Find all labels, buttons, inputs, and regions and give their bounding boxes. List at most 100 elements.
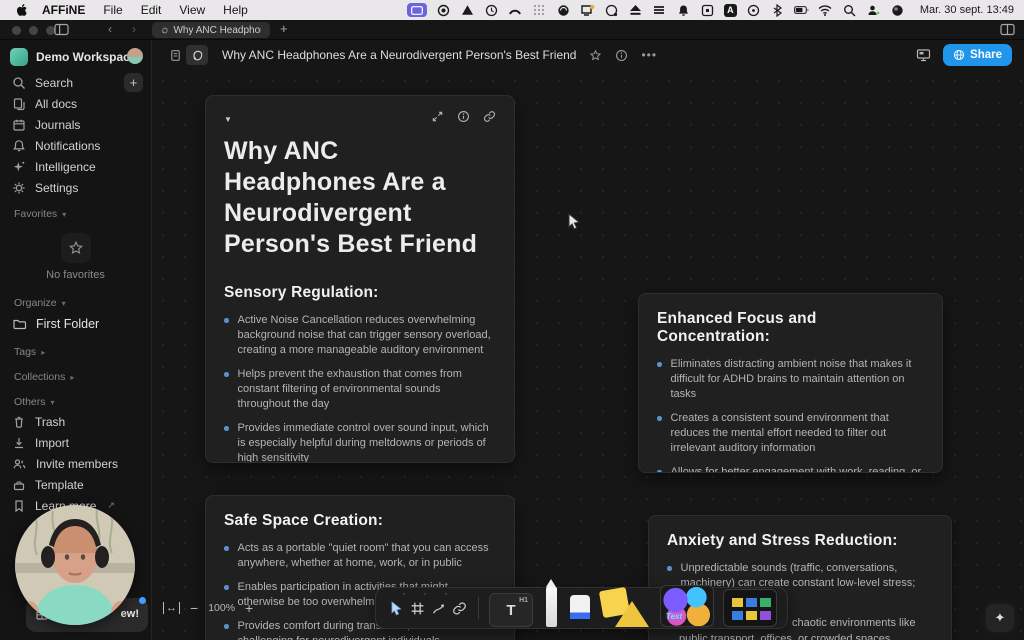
wifi-icon[interactable] [818,3,833,18]
menubar-app-name[interactable]: AFFiNE [42,3,85,17]
sidebar-item-notifications[interactable]: Notifications [0,135,151,156]
split-view-icon[interactable] [1000,23,1015,41]
bullet-item: Active Noise Cancellation reduces overwh… [224,313,496,358]
user-switch-icon[interactable] [866,3,881,18]
warning-triangle-icon[interactable] [460,3,475,18]
ai-assistant-button[interactable]: ✦ [986,604,1014,632]
connector-tool-button[interactable]: ˆ [428,593,449,623]
display-notification-icon[interactable] [580,3,595,18]
select-tool-button[interactable]: ˆ [386,593,407,623]
sidebar-item-invite-members[interactable]: Invite members [0,453,151,474]
bell-icon [13,139,25,151]
sidebar-item-intelligence[interactable]: Intelligence [0,156,151,177]
new-tab-button[interactable]: + [280,21,288,36]
sidebar-item-all-docs[interactable]: All docs [0,93,151,114]
section-heading: Anxiety and Stress Reduction: [667,532,898,549]
time-machine-icon[interactable] [604,3,619,18]
swirl-icon[interactable] [556,3,571,18]
shape-tool[interactable] [598,586,651,627]
eraser-tool[interactable] [570,595,591,627]
link-icon [453,601,467,615]
search-icon[interactable] [842,3,857,18]
minimize-window-button[interactable] [29,26,38,35]
others-section-header[interactable]: Others ▾ [0,386,151,411]
template-thumbnail-stickers[interactable]: Text [660,585,715,627]
fit-to-screen-button[interactable]: ↔ [163,602,180,614]
template-thumbnail-kanban[interactable] [723,589,778,627]
webcam-overlay[interactable] [15,505,135,625]
disc-icon[interactable] [746,3,761,18]
globe-orb-icon[interactable] [890,3,905,18]
banner-text-fragment: ew! [120,608,139,620]
zoom-in-button[interactable]: + [245,600,253,616]
note-text-tool[interactable]: T H1 [489,593,534,627]
workspace-switcher[interactable]: Demo Workspace [0,40,151,72]
menubar-menu-item[interactable]: File [103,3,122,17]
edgeless-doc-icon [162,27,168,33]
screen-recording-icon[interactable] [406,3,427,17]
apple-menu-icon[interactable] [16,3,30,17]
traffic-lights[interactable] [12,26,55,35]
bell-icon[interactable] [676,3,691,18]
doc-embed-card[interactable]: ▼ Why ANC Headphones Are a Neurodivergen… [205,95,515,463]
sidebar-item-search[interactable]: Search + [0,72,151,93]
sidebar-item-first-folder[interactable]: First Folder [0,312,151,336]
new-doc-button[interactable]: + [124,73,143,92]
collections-section-header[interactable]: Collections ▸ [0,361,151,386]
tags-section-header[interactable]: Tags ▸ [0,336,151,361]
page-mode-button[interactable] [164,45,186,65]
nav-back-button[interactable]: ‹ [103,22,117,36]
a-badge-icon[interactable]: A [723,3,737,17]
external-link-icon: ↗ [107,500,115,510]
expand-icon[interactable] [431,110,444,128]
bullet-dot [657,362,662,367]
sidebar-item-journals[interactable]: Journals [0,114,151,135]
link-icon[interactable] [483,110,496,128]
share-button[interactable]: Share [943,44,1012,66]
menubar-menu-item[interactable]: Help [223,3,248,17]
nav-forward-button[interactable]: › [127,22,141,36]
sidebar-toggle-icon[interactable] [54,23,69,41]
arc-icon[interactable] [508,3,523,18]
info-icon[interactable] [457,110,470,128]
record-circle-icon[interactable] [436,3,451,18]
members-icon [13,458,26,468]
user-avatar[interactable] [127,48,143,64]
note-card-focus[interactable]: Enhanced Focus and Concentration: Elimin… [638,293,943,473]
eject-icon[interactable] [628,3,643,18]
grid-icon[interactable] [532,3,547,18]
menubar-clock[interactable]: Mar. 30 sept. 13:49 [920,4,1014,16]
sidebar-item-template[interactable]: Template [0,474,151,495]
frame-tool-button[interactable]: ˆ [407,593,428,623]
battery-icon[interactable] [793,3,809,18]
stack-icon[interactable] [652,3,667,18]
chevron-down-icon: ▾ [50,397,55,407]
menubar-menu-item[interactable]: Edit [141,3,162,17]
window-box-icon[interactable] [700,3,715,18]
more-options-button[interactable]: ••• [641,48,657,62]
close-window-button[interactable] [12,26,21,35]
window-tabbar: ‹ › Why ANC Headphones Are a + [0,20,1024,40]
sidebar-item-trash[interactable]: Trash [0,411,151,432]
bullet-item: Eliminates distracting ambient noise tha… [657,357,924,402]
doc-info-button[interactable] [615,49,628,62]
sidebar-item-import[interactable]: Import [0,432,151,453]
favorites-section-header[interactable]: Favorites ▾ [0,198,151,223]
doc-card-title: Why ANC Headphones Are a Neurodivergent … [224,137,478,258]
favorite-star-button[interactable] [589,49,602,62]
zoom-out-button[interactable]: − [190,600,198,616]
globe-icon [953,49,965,61]
collapse-toggle-icon[interactable]: ▼ [224,115,232,124]
edgeless-mode-button[interactable] [186,45,208,65]
clock-icon[interactable] [484,3,499,18]
doc-tab[interactable]: Why ANC Headphones Are a [152,22,270,38]
organize-section-header[interactable]: Organize ▾ [0,287,151,312]
zoom-controls: ↔ − 100% + [163,600,253,616]
link-tool-button[interactable] [449,593,470,623]
present-button[interactable] [916,48,931,62]
pen-tool[interactable] [546,579,558,627]
sidebar-item-settings[interactable]: Settings [0,177,151,198]
bluetooth-icon[interactable] [770,3,785,18]
menubar-menu-item[interactable]: View [179,3,205,17]
text-fragment: chaotic environments like [792,617,916,629]
